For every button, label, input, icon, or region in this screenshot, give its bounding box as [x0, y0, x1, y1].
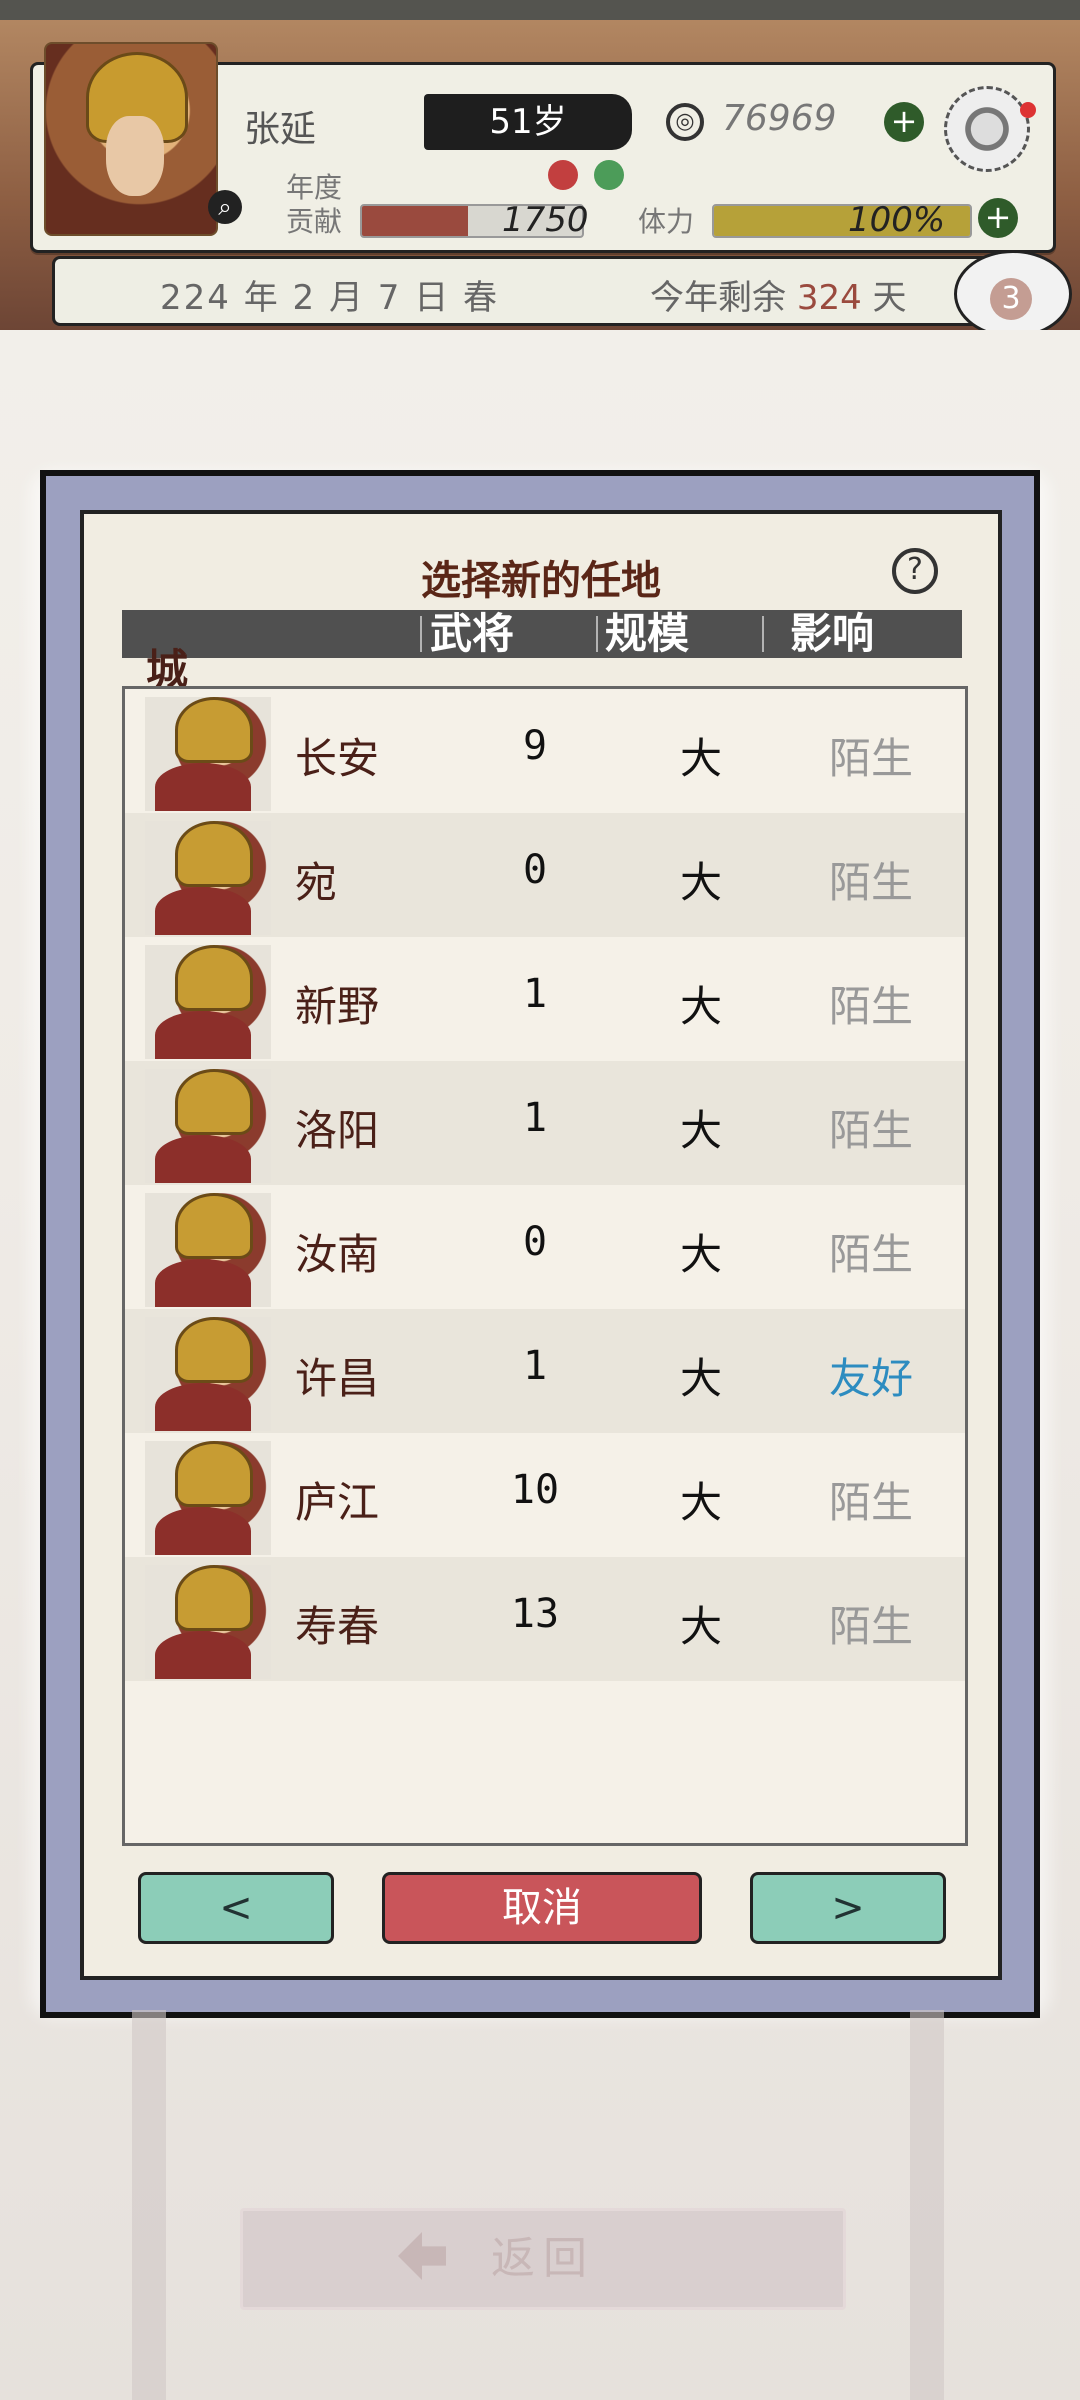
table-row[interactable]: 寿春 13 大 陌生	[125, 1557, 965, 1681]
help-icon[interactable]: ?	[892, 548, 938, 594]
city-influence: 陌生	[828, 982, 913, 1031]
left-scroll-decor	[132, 2010, 166, 2400]
remaining-suffix: 天	[872, 278, 907, 318]
general-count: 1	[522, 971, 548, 1017]
right-scroll-decor	[910, 2010, 944, 2400]
notice-count: 3	[990, 278, 1032, 320]
city-influence: 陌生	[828, 1106, 913, 1155]
player-age: 51岁	[424, 94, 632, 150]
city-influence: 陌生	[828, 1478, 913, 1527]
add-coins-button[interactable]: +	[884, 102, 924, 142]
city-name: 新野	[295, 982, 380, 1031]
header-influence: 影响	[789, 609, 874, 658]
city-influence: 陌生	[828, 1230, 913, 1279]
table-row[interactable]: 汝南 0 大 陌生	[125, 1185, 965, 1309]
city-scale: 大	[679, 1602, 722, 1651]
city-scale: 大	[679, 982, 722, 1031]
city-influence: 陌生	[828, 734, 913, 783]
general-count: 10	[510, 1467, 560, 1513]
city-name: 庐江	[295, 1478, 380, 1527]
table-row[interactable]: 长安 9 大 陌生	[125, 689, 965, 813]
top-frame	[0, 0, 1080, 20]
contribution-value: 1750	[502, 200, 589, 240]
remaining-days: 今年剩余 324 天	[650, 270, 907, 319]
general-count: 9	[522, 723, 548, 769]
coin-icon: ◎	[666, 103, 704, 141]
general-count: 13	[510, 1591, 560, 1637]
city-list: 长安 9 大 陌生 宛 0 大 陌生 新野 1 大 陌生 洛阳 1 大 陌生 汝…	[122, 686, 968, 1846]
add-energy-button[interactable]: +	[978, 198, 1018, 238]
table-row[interactable]: 洛阳 1 大 陌生	[125, 1061, 965, 1185]
city-scale: 大	[679, 1354, 722, 1403]
general-portrait-icon	[145, 1069, 271, 1183]
general-portrait-icon	[145, 1441, 271, 1555]
general-portrait-icon	[145, 697, 271, 811]
city-name: 宛	[295, 858, 338, 907]
energy-value: 100%	[848, 200, 946, 240]
player-avatar[interactable]	[44, 42, 218, 236]
city-scale: 大	[679, 858, 722, 907]
general-count: 0	[522, 847, 548, 893]
general-portrait-icon	[145, 1317, 271, 1431]
city-name: 寿春	[295, 1602, 380, 1651]
table-row[interactable]: 庐江 10 大 陌生	[125, 1433, 965, 1557]
previous-page-button[interactable]: <	[138, 1872, 334, 1944]
next-page-button[interactable]: >	[750, 1872, 946, 1944]
city-name: 汝南	[295, 1230, 380, 1279]
city-influence: 友好	[828, 1354, 913, 1403]
green-orb-icon	[594, 160, 624, 190]
choose-city-dialog: 选择新的任地 ? 城 武将 规模 影响 长安 9 大 陌生 宛 0 大 陌生 新…	[80, 510, 1002, 1980]
cancel-button[interactable]: 取消	[382, 1872, 702, 1944]
red-orb-icon	[548, 160, 578, 190]
remaining-prefix: 今年剩余	[650, 278, 786, 318]
city-scale: 大	[679, 1106, 722, 1155]
general-portrait-icon	[145, 945, 271, 1059]
contribution-fill	[362, 206, 468, 236]
table-header: 城 武将 规模 影响	[122, 609, 962, 694]
table-row[interactable]: 宛 0 大 陌生	[125, 813, 965, 937]
back-button[interactable]: 返回	[240, 2208, 846, 2310]
header-generals: 武将	[429, 609, 514, 658]
city-influence: 陌生	[828, 858, 913, 907]
player-name: 张延	[244, 109, 317, 150]
city-name: 洛阳	[295, 1106, 380, 1155]
general-portrait-icon	[145, 821, 271, 935]
back-label: 返回	[491, 2233, 595, 2284]
city-scale: 大	[679, 734, 722, 783]
general-count: 1	[522, 1343, 548, 1389]
gear-icon[interactable]	[944, 86, 1030, 172]
city-name: 长安	[295, 734, 380, 783]
dialog-title: 选择新的任地	[421, 558, 661, 604]
city-scale: 大	[679, 1478, 722, 1527]
table-row[interactable]: 许昌 1 大 友好	[125, 1309, 965, 1433]
city-scale: 大	[679, 1230, 722, 1279]
city-name: 许昌	[295, 1354, 380, 1403]
general-portrait-icon	[145, 1193, 271, 1307]
remaining-number: 324	[796, 278, 862, 318]
header-scale: 规模	[604, 609, 689, 658]
general-count: 1	[522, 1095, 548, 1141]
energy-label: 体力	[638, 205, 695, 238]
notification-dot	[1020, 102, 1036, 118]
current-date: 224 年 2 月 7 日 春	[160, 278, 500, 318]
contribution-label: 贡献	[286, 205, 343, 238]
face-icon	[106, 116, 164, 196]
city-influence: 陌生	[828, 1602, 913, 1651]
general-count: 0	[522, 1219, 548, 1265]
table-row[interactable]: 新野 1 大 陌生	[125, 937, 965, 1061]
general-portrait-icon	[145, 1565, 271, 1679]
search-icon[interactable]: ⌕	[208, 190, 242, 224]
